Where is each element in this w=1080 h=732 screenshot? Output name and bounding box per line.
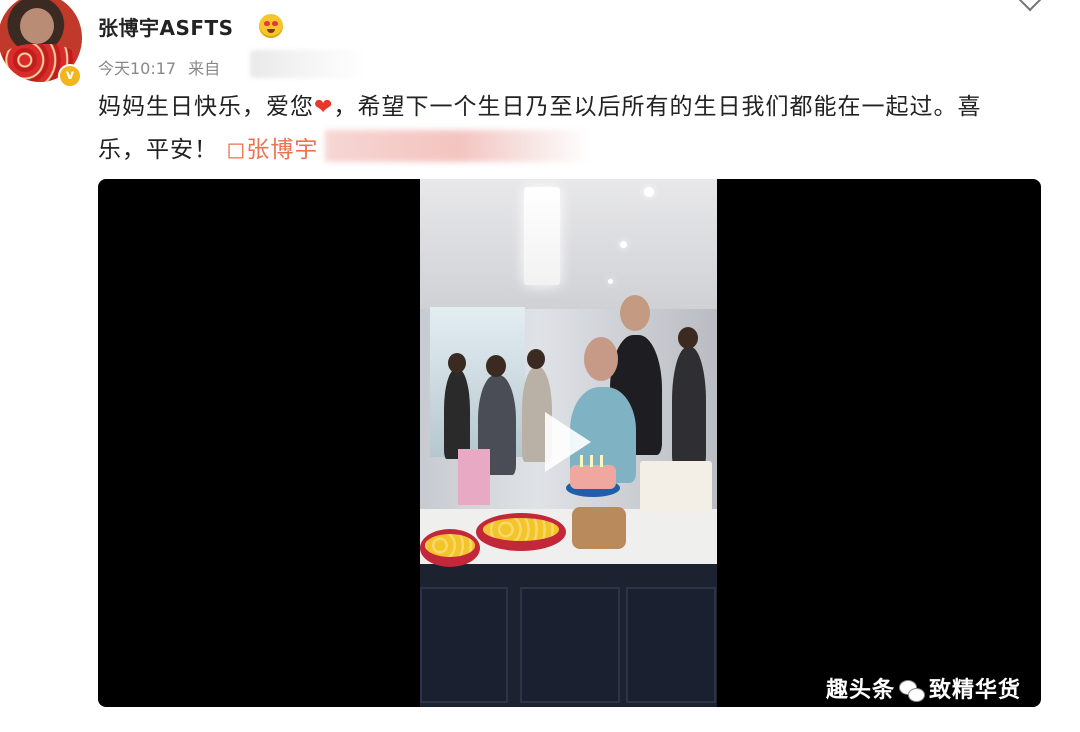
topic-link[interactable]: ◻张博宇 bbox=[226, 137, 318, 163]
watermark-left: 趣头条 bbox=[826, 678, 896, 703]
food-plate bbox=[476, 513, 566, 551]
spot-light bbox=[608, 279, 613, 284]
bread-plate bbox=[572, 507, 626, 549]
gift-box bbox=[640, 461, 712, 513]
cabinet bbox=[626, 587, 716, 703]
guest-head bbox=[527, 349, 545, 369]
chevron-down-icon[interactable] bbox=[1018, 0, 1042, 12]
guest bbox=[444, 369, 470, 459]
red-heart-icon: ❤ bbox=[314, 95, 334, 120]
ceiling bbox=[420, 179, 717, 314]
spot-light bbox=[620, 241, 627, 248]
guest-head bbox=[448, 353, 466, 373]
blurred-link bbox=[325, 130, 590, 162]
spot-light bbox=[644, 187, 654, 197]
guest bbox=[672, 347, 706, 467]
candle bbox=[600, 455, 603, 467]
blurred-source bbox=[250, 50, 365, 78]
post-text-part1: 妈妈生日快乐，爱您 bbox=[98, 94, 314, 120]
guest-head bbox=[486, 355, 506, 377]
post-meta: 今天10:17 来自 bbox=[98, 55, 220, 79]
verified-badge-icon: v bbox=[58, 64, 82, 88]
heart-eyes-emoji-icon bbox=[259, 14, 283, 38]
video-frame bbox=[420, 179, 717, 707]
watermark-right: 致精华货 bbox=[929, 678, 1022, 703]
food-plate bbox=[420, 529, 480, 567]
cabinet bbox=[520, 587, 620, 703]
avatar-face bbox=[20, 8, 54, 44]
ceiling-light bbox=[524, 187, 560, 285]
wechat-icon bbox=[899, 680, 926, 702]
post-time[interactable]: 今天10:17 bbox=[98, 59, 176, 78]
username[interactable]: 张博宇ASFTS bbox=[98, 12, 234, 41]
gift-bag bbox=[458, 449, 490, 505]
video-player[interactable] bbox=[98, 179, 1041, 707]
cabinet bbox=[420, 587, 508, 703]
watermark: 趣头条 致精华货 bbox=[826, 672, 1021, 704]
post-source-label: 来自 bbox=[188, 59, 221, 78]
son-head bbox=[620, 295, 650, 331]
play-icon[interactable] bbox=[545, 412, 591, 472]
guest-head bbox=[678, 327, 698, 349]
mother-head bbox=[584, 337, 618, 381]
